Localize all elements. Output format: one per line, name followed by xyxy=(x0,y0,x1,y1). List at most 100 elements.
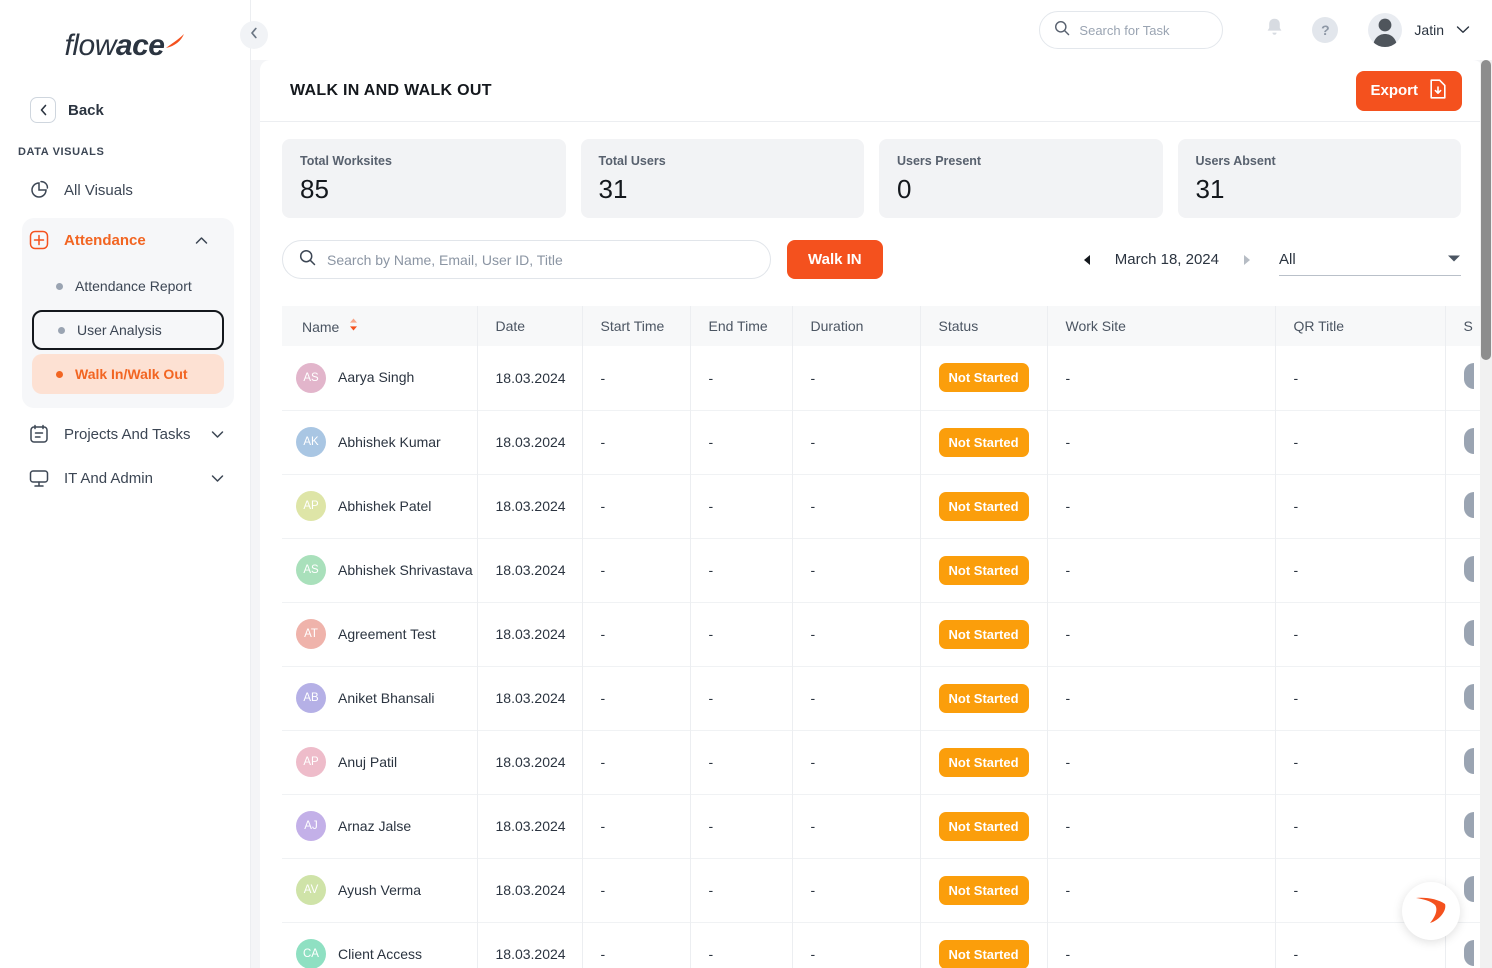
truncated-button[interactable] xyxy=(1463,363,1474,390)
truncated-button[interactable] xyxy=(1463,555,1474,582)
search-icon xyxy=(299,249,316,271)
table-row[interactable]: AT Agreement Test 18.03.2024- - - Not Started… xyxy=(282,601,1483,666)
sort-arrows-icon[interactable] xyxy=(349,318,358,334)
walk-in-button[interactable]: Walk IN xyxy=(787,240,883,279)
column-header-status[interactable]: Status xyxy=(920,306,1048,346)
notification-bell-icon[interactable] xyxy=(1265,17,1284,43)
search-input[interactable] xyxy=(1079,22,1200,38)
cell-truncated-action[interactable] xyxy=(1445,409,1483,474)
vertical-scrollbar[interactable] xyxy=(1480,60,1492,968)
truncated-button[interactable] xyxy=(1463,811,1474,838)
next-day-button[interactable] xyxy=(1233,246,1261,274)
sidebar-item-it-and-admin[interactable]: IT And Admin xyxy=(0,456,250,500)
bullet-dot-icon xyxy=(56,282,63,290)
status-badge: Not Started xyxy=(938,555,1029,585)
cell-status: Not Started xyxy=(920,601,1048,666)
current-date-label: March 18, 2024 xyxy=(1114,251,1219,268)
cell-work-site: - xyxy=(1047,729,1276,794)
column-header-end-time[interactable]: End Time xyxy=(690,306,793,346)
cell-end-time: - xyxy=(690,601,793,666)
cell-truncated-action[interactable] xyxy=(1445,665,1483,730)
export-button[interactable]: Export xyxy=(1356,70,1462,111)
attendance-table-container[interactable]: Name Date Start Time End Time Duration S… xyxy=(282,306,1483,968)
stat-card-total-users: Total Users 31 xyxy=(580,139,864,218)
cell-truncated-action[interactable] xyxy=(1445,346,1483,410)
cell-truncated-action[interactable] xyxy=(1445,793,1483,858)
truncated-button[interactable] xyxy=(1463,683,1474,710)
download-file-icon xyxy=(1428,78,1448,104)
cell-name: AV Ayush Verma xyxy=(282,857,478,922)
truncated-button[interactable] xyxy=(1463,875,1474,902)
cell-truncated-action[interactable] xyxy=(1445,601,1483,666)
user-menu-chevron-down-icon[interactable] xyxy=(1456,21,1470,39)
scrollbar-thumb[interactable] xyxy=(1481,60,1491,360)
truncated-button[interactable] xyxy=(1463,619,1474,646)
cell-date: 18.03.2024 xyxy=(477,473,583,538)
sidebar-item-attendance[interactable]: Attendance xyxy=(22,218,234,262)
cell-status: Not Started xyxy=(920,921,1048,968)
sidebar-item-projects-and-tasks[interactable]: Projects And Tasks xyxy=(0,412,250,456)
cell-duration: - xyxy=(792,346,921,410)
table-row[interactable]: AV Ayush Verma 18.03.2024- - - Not Started - - xyxy=(282,857,1483,922)
cell-work-site: - xyxy=(1047,921,1276,968)
table-row[interactable]: AK Abhishek Kumar 18.03.2024- - - Not Started… xyxy=(282,409,1483,474)
user-name-label: Ayush Verma xyxy=(338,881,422,898)
cell-date: 18.03.2024 xyxy=(477,729,583,794)
column-header-qr-title[interactable]: QR Title xyxy=(1275,306,1446,346)
task-search-container[interactable] xyxy=(1039,11,1224,49)
table-search-container[interactable] xyxy=(282,240,771,279)
table-row[interactable]: AB Aniket Bhansali 18.03.2024- - - Not Starte… xyxy=(282,665,1483,730)
app-logo[interactable]: flowace xyxy=(0,0,250,86)
column-header-truncated[interactable]: S xyxy=(1445,306,1483,346)
user-name-label: Abhishek Patel xyxy=(338,497,432,514)
cell-date: 18.03.2024 xyxy=(477,793,583,858)
table-row[interactable]: AS Aarya Singh 18.03.2024- - - Not Started - - xyxy=(282,346,1483,410)
truncated-button[interactable] xyxy=(1463,427,1474,454)
sidebar-subitem-user-analysis[interactable]: User Analysis xyxy=(32,310,224,350)
previous-day-button[interactable] xyxy=(1073,246,1101,274)
chevron-up-icon xyxy=(195,232,208,249)
column-header-date[interactable]: Date xyxy=(477,306,583,346)
truncated-button[interactable] xyxy=(1463,939,1474,966)
truncated-button[interactable] xyxy=(1463,491,1474,518)
sidebar-item-all-visuals[interactable]: All Visuals xyxy=(0,168,250,212)
cell-truncated-action[interactable] xyxy=(1445,473,1483,538)
chevron-down-icon xyxy=(1447,250,1461,268)
table-row[interactable]: AP Abhishek Patel 18.03.2024- - - Not Started… xyxy=(282,473,1483,538)
table-search-input[interactable] xyxy=(327,251,754,268)
truncated-button[interactable] xyxy=(1463,747,1474,774)
cell-truncated-action[interactable] xyxy=(1445,537,1483,602)
attendance-table: Name Date Start Time End Time Duration S… xyxy=(282,306,1483,968)
cell-name: AJ Arnaz Jalse xyxy=(282,793,478,858)
table-row[interactable]: AS Abhishek Shrivastava 18.03.2024- - - Not S… xyxy=(282,537,1483,602)
column-header-duration[interactable]: Duration xyxy=(792,306,921,346)
sidebar-subitem-walk-in-walk-out[interactable]: Walk In/Walk Out xyxy=(32,354,224,394)
table-row[interactable]: AP Anuj Patil 18.03.2024- - - Not Started - - xyxy=(282,729,1483,794)
cell-truncated-action[interactable] xyxy=(1445,729,1483,794)
cell-name: AK Abhishek Kumar xyxy=(282,409,478,474)
page-title: WALK IN AND WALK OUT xyxy=(290,81,492,99)
sidebar-subitem-attendance-report[interactable]: Attendance Report xyxy=(32,266,224,306)
worksite-filter-select[interactable]: All xyxy=(1279,244,1461,276)
column-header-start-time[interactable]: Start Time xyxy=(582,306,691,346)
cell-name: AP Abhishek Patel xyxy=(282,473,478,538)
column-header-name[interactable]: Name xyxy=(282,306,478,346)
cell-date: 18.03.2024 xyxy=(477,409,583,474)
cell-name: CA Client Access xyxy=(282,921,478,968)
table-row[interactable]: AJ Arnaz Jalse 18.03.2024- - - Not Started - - xyxy=(282,793,1483,858)
avatar[interactable] xyxy=(1368,13,1403,47)
back-button[interactable]: Back xyxy=(0,90,250,130)
help-button[interactable]: ? xyxy=(1312,17,1339,43)
column-header-work-site[interactable]: Work Site xyxy=(1047,306,1276,346)
cell-duration: - xyxy=(792,857,921,922)
user-name-label: Aniket Bhansali xyxy=(338,689,435,706)
sidebar-collapse-button[interactable] xyxy=(240,21,268,49)
cell-duration: - xyxy=(792,473,921,538)
table-row[interactable]: CA Client Access 18.03.2024- - - Not Started -… xyxy=(282,921,1483,968)
question-mark-icon: ? xyxy=(1321,22,1330,38)
stat-label: Users Absent xyxy=(1195,154,1276,168)
bullet-dot-icon xyxy=(58,326,65,334)
flowace-assistant-button[interactable] xyxy=(1402,882,1460,940)
stat-label: Total Users xyxy=(598,154,666,168)
stat-value: 31 xyxy=(598,174,628,204)
